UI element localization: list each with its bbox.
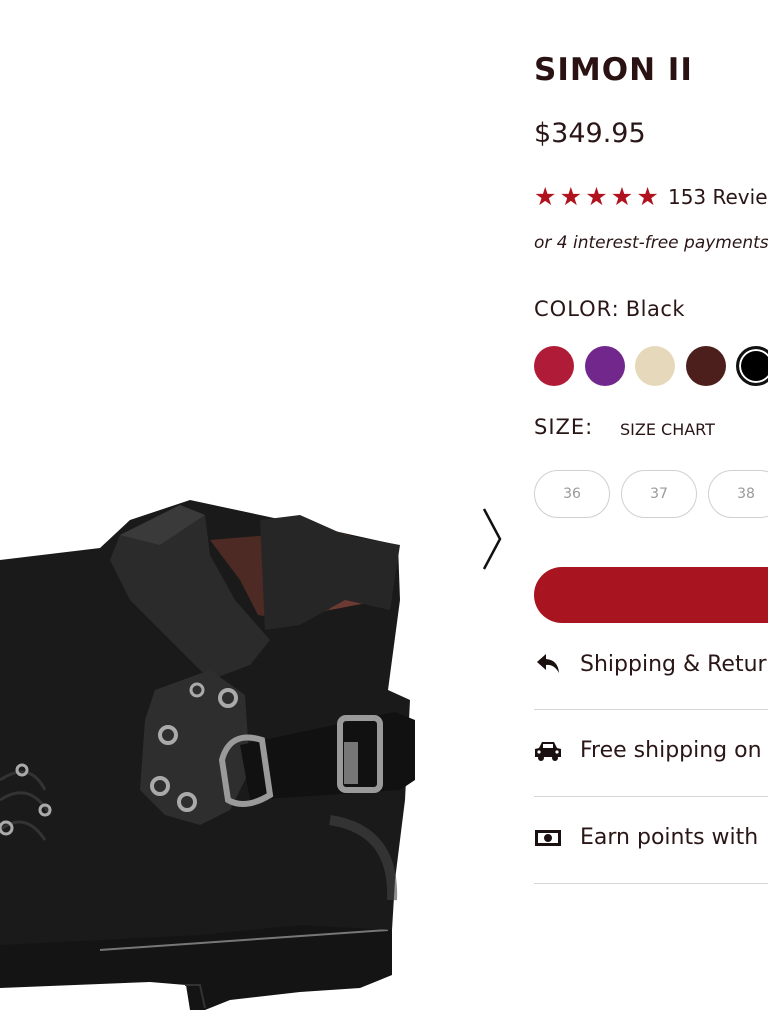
- reviews-link[interactable]: 153 Reviews: [668, 185, 768, 209]
- product-price: $349.95: [534, 118, 646, 149]
- product-image-boot: [0, 500, 415, 1010]
- rating-row[interactable]: ★★★★★ 153 Reviews: [534, 184, 768, 210]
- star-icon: ★: [636, 182, 659, 211]
- free-shipping-label: Free shipping on: [580, 738, 762, 763]
- color-swatch-black[interactable]: [736, 346, 768, 386]
- size-option-36[interactable]: 36: [534, 470, 610, 518]
- chevron-right-icon[interactable]: [478, 505, 506, 573]
- size-label: SIZE:: [534, 415, 594, 439]
- divider: [534, 796, 768, 797]
- installments-text: or 4 interest-free payments: [534, 233, 768, 253]
- color-swatch-red[interactable]: [534, 346, 574, 386]
- selected-color-value: Black: [625, 297, 686, 321]
- star-icon: ★: [559, 182, 583, 211]
- size-option-38[interactable]: 38: [708, 470, 768, 518]
- add-to-bag-button[interactable]: [534, 567, 768, 623]
- earn-points-row[interactable]: Earn points with: [534, 825, 758, 850]
- color-label-text: COLOR:: [534, 297, 620, 321]
- divider: [534, 883, 768, 884]
- earn-points-label: Earn points with: [580, 825, 759, 850]
- size-chart-link[interactable]: SIZE CHART: [620, 420, 715, 439]
- rating-stars: ★ ★ ★ ★ ★: [534, 184, 662, 210]
- free-shipping-row[interactable]: Free shipping on: [534, 738, 762, 763]
- shipping-returns-row[interactable]: Shipping & Returns: [534, 651, 768, 677]
- shipping-returns-label: Shipping & Returns: [580, 651, 768, 677]
- car-icon: [535, 741, 561, 761]
- size-option-37[interactable]: 37: [621, 470, 697, 518]
- star-icon: ★: [610, 182, 634, 211]
- color-swatch-brown[interactable]: [685, 346, 726, 386]
- cash-icon: [535, 829, 561, 846]
- color-swatch-cream[interactable]: [635, 346, 675, 386]
- color-swatch-purple[interactable]: [584, 346, 625, 386]
- product-info-panel: SIMON II $349.95 ★★★★★ 153 Reviews or 4 …: [534, 0, 768, 1024]
- product-title: SIMON II: [534, 52, 693, 88]
- divider: [534, 709, 768, 710]
- color-label: COLOR: Black: [534, 297, 685, 321]
- return-arrow-icon: [537, 654, 559, 673]
- star-icon: ★: [585, 182, 608, 211]
- star-icon: ★: [534, 182, 557, 211]
- product-image-gallery: [0, 0, 520, 1024]
